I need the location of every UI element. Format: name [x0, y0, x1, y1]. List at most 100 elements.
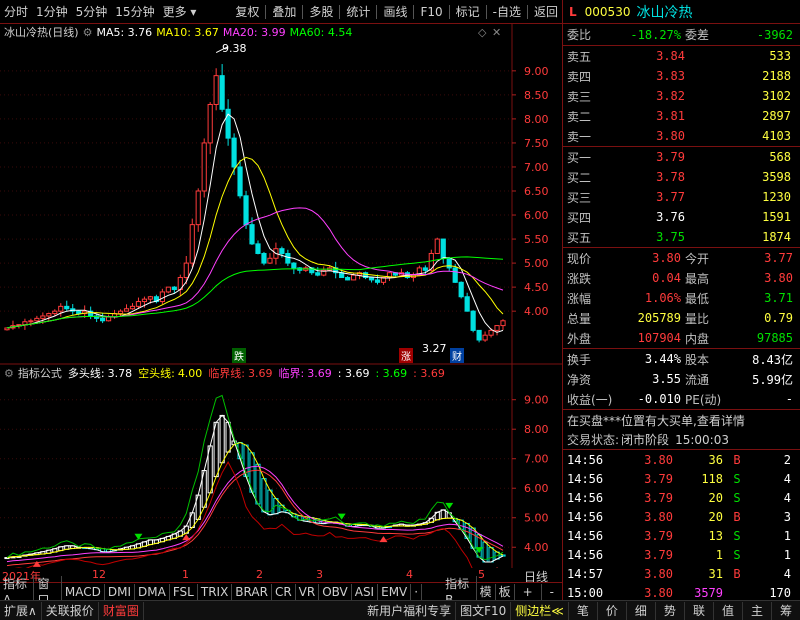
y-tick-label: 7.50 — [524, 137, 549, 150]
weibi-value: -18.27% — [630, 27, 681, 42]
bid-row[interactable]: 买三 3.77 1230 — [563, 187, 800, 207]
related-quotes-button[interactable]: 关联报价 — [42, 601, 99, 620]
candle-body — [482, 334, 488, 341]
close-icon[interactable]: ✕ — [492, 26, 501, 39]
tick-count: 1 — [783, 547, 791, 562]
candle-body — [28, 320, 34, 323]
back-button[interactable]: 返回 — [530, 1, 562, 23]
remove-watchlist-button[interactable]: -自选 — [489, 1, 525, 23]
stat-label: 内盘 — [685, 331, 710, 346]
tab-vr[interactable]: VR — [296, 583, 320, 600]
ask-row[interactable]: 卖四 3.83 2188 — [563, 66, 800, 86]
candle-body — [147, 296, 154, 300]
event-tag-rise[interactable]: 涨 — [399, 348, 413, 363]
indicator-name[interactable]: 指标公式 — [18, 365, 68, 381]
tab-intraday[interactable]: 分时 — [0, 1, 32, 23]
bid-row[interactable]: 买四 3.76 1591 — [563, 207, 800, 227]
f10-graphic-button[interactable]: 图文F10 — [456, 601, 512, 620]
book-price: 3.76 — [656, 210, 685, 224]
draw-line-button[interactable]: 画线 — [379, 1, 411, 23]
kline-chart-svg[interactable]: 9.00 8.50 8.00 7.50 7.00 6.50 6.00 5.50 5.00 4.50… — [0, 24, 562, 568]
zoom-in-button[interactable]: + — [515, 583, 542, 600]
ask-row[interactable]: 卖二 3.81 2897 — [563, 106, 800, 126]
red-low-line — [14, 461, 473, 568]
candle-body — [440, 238, 446, 259]
event-tag-finance[interactable]: 财 — [450, 348, 464, 363]
book-volume: 3598 — [762, 170, 791, 184]
tab-more[interactable]: 更多 ▾ — [159, 1, 201, 23]
settings-gear-icon[interactable]: ⚙ — [79, 26, 97, 39]
tab-dmi[interactable]: DMI — [105, 583, 136, 600]
candle-body — [452, 267, 458, 283]
stock-code: 000530 — [584, 4, 631, 19]
stat-value: 3.80 — [764, 271, 793, 285]
v2-value: : 3.69 — [375, 366, 408, 380]
tick-list[interactable]: 14:56 3.80 36 B 2 14:56 3.79 118 S 4 14:56 3.79 20 S 4… — [563, 450, 800, 602]
expand-button[interactable]: 扩展∧ — [0, 601, 42, 620]
tab-macd[interactable]: MACD — [62, 583, 105, 600]
new-user-welfare-link[interactable]: 新用户福利专享 — [363, 601, 457, 620]
tab-template[interactable]: 模 — [477, 583, 496, 600]
tab-5min[interactable]: 5分钟 — [72, 1, 112, 23]
tab-emv[interactable]: EMV — [378, 583, 412, 600]
tab-trend[interactable]: 势 — [656, 601, 685, 620]
tick-side: B — [733, 509, 741, 524]
ask-row[interactable]: 卖一 3.80 4103 — [563, 126, 800, 146]
multi-stock-button[interactable]: 多股 — [305, 1, 337, 23]
settings-gear-icon[interactable]: ⚙ — [0, 367, 18, 380]
ask-row[interactable]: 卖五 3.84 533 — [563, 46, 800, 66]
y-tick-label: 6.50 — [524, 185, 549, 198]
tick-count: 170 — [769, 585, 791, 600]
tick-price: 3.80 — [644, 566, 673, 581]
tab-main[interactable]: 主 — [743, 601, 772, 620]
tab-ticks[interactable]: 笔 — [569, 601, 598, 620]
book-price: 3.79 — [656, 150, 685, 164]
kline-chart-area[interactable]: 9.00 8.50 8.00 7.50 7.00 6.50 6.00 5.50 5.00 4.50… — [0, 24, 562, 568]
stat-label: 今开 — [685, 251, 710, 266]
tab-trix[interactable]: TRIX — [198, 583, 233, 600]
candle-body — [494, 325, 500, 331]
zoom-out-button[interactable]: - — [542, 584, 562, 600]
tab-board[interactable]: 板 — [496, 583, 515, 600]
bid-row[interactable]: 买二 3.78 3598 — [563, 167, 800, 187]
event-tag-fall[interactable]: 跌 — [232, 348, 246, 363]
book-volume: 1591 — [762, 210, 791, 224]
tab-cr[interactable]: CR — [272, 583, 296, 600]
candle-body — [446, 257, 452, 269]
tab-detail[interactable]: 细 — [627, 601, 656, 620]
candle-body — [351, 274, 357, 281]
tab-15min[interactable]: 15分钟 — [111, 1, 158, 23]
fundamentals: 换手 3.44% 股本 8.43亿 净资 3.55 流通 5.99亿 收益(一) -0.010 PE… — [563, 349, 800, 410]
tick-time: 14:56 — [567, 547, 604, 562]
tab-1min[interactable]: 1分钟 — [32, 1, 72, 23]
x-label: 2 — [256, 568, 263, 581]
tick-price: 3.80 — [644, 509, 673, 524]
tab-dma[interactable]: DMA — [135, 583, 170, 600]
big-order-notice[interactable]: 在买盘***位置有大买单,查看详情 — [563, 410, 800, 430]
wealth-circle-button[interactable]: 财富圈 — [99, 601, 144, 620]
tab-chips[interactable]: 筹 — [772, 602, 800, 620]
tick-time: 14:56 — [567, 471, 604, 486]
tab-more-dot[interactable]: · — [411, 583, 423, 600]
tab-link[interactable]: 联 — [685, 601, 714, 620]
candle-body — [100, 317, 106, 322]
mark-button[interactable]: 标记 — [452, 1, 484, 23]
candle-body — [345, 277, 351, 281]
tick-side: S — [733, 490, 741, 505]
tab-fsl[interactable]: FSL — [170, 583, 198, 600]
tab-value[interactable]: 值 — [714, 601, 743, 620]
ask-row[interactable]: 卖三 3.82 3102 — [563, 86, 800, 106]
tab-brar[interactable]: BRAR — [232, 583, 272, 600]
bid-row[interactable]: 买一 3.79 568 — [563, 147, 800, 167]
bid-row[interactable]: 买五 3.75 1874 — [563, 227, 800, 247]
tab-obv[interactable]: OBV — [319, 583, 352, 600]
overlay-button[interactable]: 叠加 — [268, 1, 300, 23]
tab-price[interactable]: 价 — [598, 601, 627, 620]
sidebar-toggle-button[interactable]: 侧边栏≪ — [511, 601, 569, 620]
f10-button[interactable]: F10 — [416, 1, 446, 23]
statistics-button[interactable]: 统计 — [342, 1, 374, 23]
book-volume: 533 — [769, 49, 791, 63]
restore-rights-button[interactable]: 复权 — [231, 1, 263, 23]
diamond-icon[interactable]: ◇ — [478, 26, 486, 39]
tab-asi[interactable]: ASI — [352, 583, 379, 600]
